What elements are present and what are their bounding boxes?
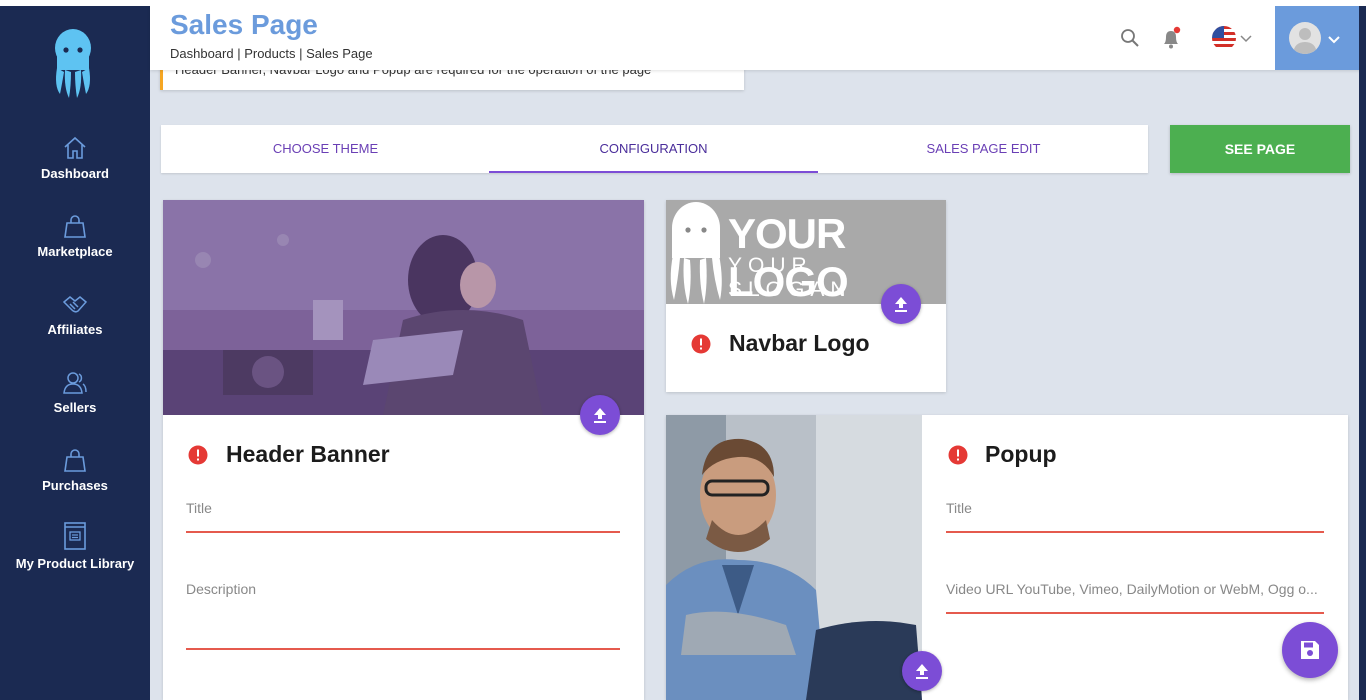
avatar xyxy=(1289,22,1321,54)
popup-video-url-input[interactable]: Video URL YouTube, Vimeo, DailyMotion or… xyxy=(946,581,1324,614)
upload-icon xyxy=(895,297,907,312)
top-header: Sales Page Dashboard | Products | Sales … xyxy=(150,6,1366,70)
navbar-logo-upload-button[interactable] xyxy=(881,284,921,324)
tab-choose-theme[interactable]: CHOOSE THEME xyxy=(161,125,490,173)
sidebar: Dashboard Marketplace Affiliates Sellers… xyxy=(0,6,150,700)
navbar-logo-card: YOUR LOGO YOUR SLOGAN Navbar Logo xyxy=(666,200,946,392)
shopping-bag-icon xyxy=(64,215,86,238)
page-title: Sales Page xyxy=(170,9,318,40)
alert-icon xyxy=(691,334,711,354)
popup-title: Popup xyxy=(985,441,1057,467)
header-banner-title: Header Banner xyxy=(226,441,390,467)
sidebar-item-label: Marketplace xyxy=(37,244,113,259)
sidebar-item-label: Affiliates xyxy=(47,322,103,337)
notification-bell-icon[interactable] xyxy=(1160,26,1182,50)
header-banner-image xyxy=(163,200,644,415)
us-flag-icon[interactable] xyxy=(1212,26,1236,50)
handshake-icon xyxy=(62,296,88,313)
scrollbar[interactable] xyxy=(1359,6,1366,700)
user-silhouette-icon xyxy=(1293,28,1317,54)
sidebar-item-my-product-library[interactable]: My Product Library xyxy=(0,520,150,582)
banner-title-input[interactable]: Title xyxy=(186,500,620,533)
home-icon xyxy=(64,136,86,159)
popup-title-input[interactable]: Title xyxy=(946,500,1324,533)
popup-card: Popup Title Video URL YouTube, Vimeo, Da… xyxy=(666,415,1348,700)
sidebar-item-label: My Product Library xyxy=(15,556,135,571)
banner-description-input[interactable]: Description xyxy=(186,581,620,650)
sidebar-item-affiliates[interactable]: Affiliates xyxy=(0,290,150,352)
sidebar-item-label: Dashboard xyxy=(41,166,109,181)
navbar-logo-title: Navbar Logo xyxy=(729,330,870,356)
sidebar-item-purchases[interactable]: Purchases xyxy=(0,446,150,508)
header-banner-card: Header Banner Title Description xyxy=(163,200,644,700)
alert-icon xyxy=(948,445,968,465)
sidebar-item-label: Sellers xyxy=(53,400,97,415)
breadcrumb[interactable]: Dashboard | Products | Sales Page xyxy=(170,46,373,61)
alert-icon xyxy=(188,445,208,465)
upload-icon xyxy=(594,408,606,423)
input-placeholder: Title xyxy=(946,500,972,516)
popup-upload-button[interactable] xyxy=(902,651,942,691)
input-placeholder: Description xyxy=(186,581,257,597)
sidebar-item-sellers[interactable]: Sellers xyxy=(0,368,150,430)
octopus-logo-icon[interactable] xyxy=(50,28,96,98)
user-menu-button[interactable] xyxy=(1275,6,1359,70)
chevron-down-icon[interactable] xyxy=(1240,32,1252,44)
tab-configuration[interactable]: CONFIGURATION xyxy=(489,125,818,173)
input-placeholder: Video URL YouTube, Vimeo, DailyMotion or… xyxy=(946,581,1318,597)
window-top-edge xyxy=(0,0,1366,6)
sidebar-item-dashboard[interactable]: Dashboard xyxy=(0,134,150,196)
shopping-bag-icon xyxy=(64,449,86,472)
popup-image xyxy=(666,415,922,700)
tab-sales-page-edit[interactable]: SALES PAGE EDIT xyxy=(819,125,1148,173)
tab-bar: CHOOSE THEME CONFIGURATION SALES PAGE ED… xyxy=(161,125,1148,173)
see-page-button[interactable]: SEE PAGE xyxy=(1170,125,1350,173)
input-placeholder: Title xyxy=(186,500,212,516)
chevron-down-icon xyxy=(1328,36,1340,44)
search-icon[interactable] xyxy=(1120,28,1140,48)
save-button[interactable] xyxy=(1282,622,1338,678)
header-banner-upload-button[interactable] xyxy=(580,395,620,435)
save-floppy-icon xyxy=(1301,641,1319,659)
users-icon xyxy=(63,372,87,394)
upload-icon xyxy=(916,664,928,679)
sidebar-item-marketplace[interactable]: Marketplace xyxy=(0,212,150,274)
sidebar-item-label: Purchases xyxy=(42,478,108,493)
book-icon xyxy=(64,522,86,550)
